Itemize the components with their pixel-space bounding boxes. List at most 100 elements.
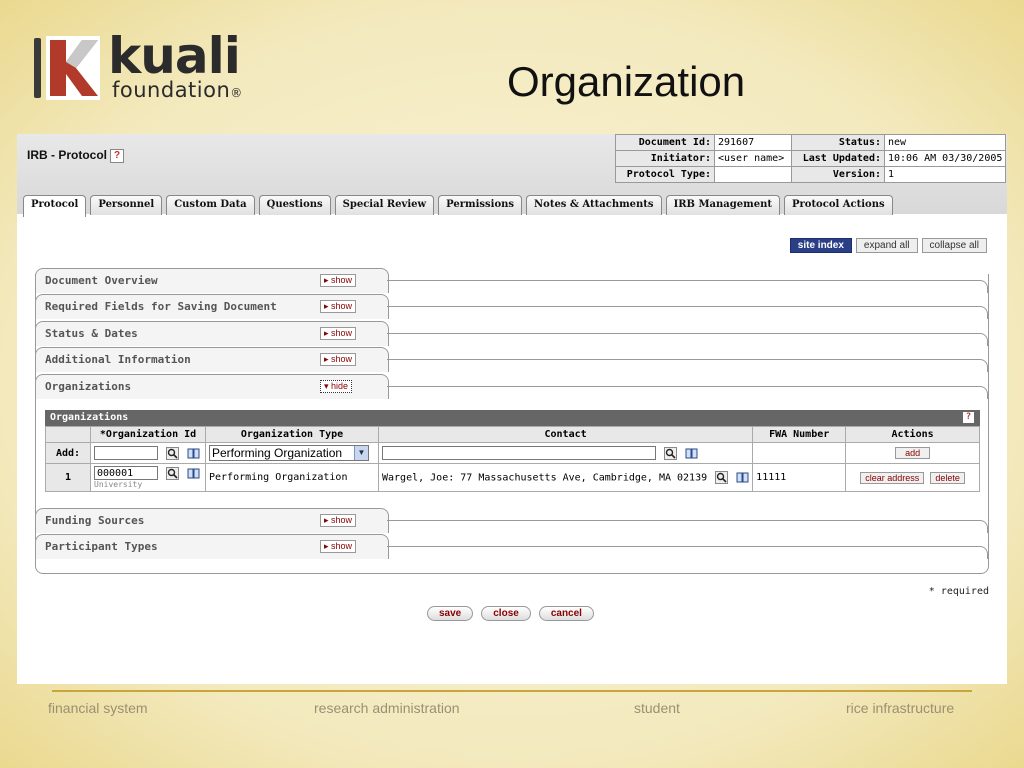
logo-k-mark bbox=[46, 36, 100, 100]
add-org-type-cell: Performing Organization ▼ bbox=[205, 442, 379, 464]
organizations-table-title: Organizations bbox=[50, 412, 129, 423]
document-header: IRB - Protocol? Document Id: 291607 Stat… bbox=[17, 134, 1007, 217]
toolbar: site index expand all collapse all bbox=[789, 238, 987, 253]
doc-id-value: 291607 bbox=[714, 134, 792, 151]
close-button[interactable]: close bbox=[481, 606, 531, 621]
book-icon[interactable] bbox=[685, 447, 698, 460]
section-label: Document Overview bbox=[45, 274, 158, 287]
status-label: Status: bbox=[791, 134, 885, 151]
section-label: Status & Dates bbox=[45, 327, 138, 340]
section-label: Participant Types bbox=[45, 540, 158, 553]
column-header-fwa-number: FWA Number bbox=[752, 426, 847, 443]
save-button[interactable]: save bbox=[427, 606, 474, 621]
toggle-label: show bbox=[331, 328, 353, 338]
toggle-label: show bbox=[331, 301, 353, 311]
question-icon[interactable]: ? bbox=[110, 148, 124, 163]
book-icon[interactable] bbox=[187, 467, 200, 480]
add-actions-cell: add bbox=[845, 442, 980, 464]
tab-bar: Protocol Personnel Custom Data Questions… bbox=[23, 195, 897, 217]
section-rule bbox=[387, 386, 988, 399]
section-organizations: Organizations ▾ hide bbox=[35, 374, 988, 400]
toggle-label: show bbox=[331, 541, 353, 551]
section-label: Additional Information bbox=[45, 353, 191, 366]
logo-wordmark: kuali bbox=[108, 27, 241, 85]
app-screenshot: IRB - Protocol? Document Id: 291607 Stat… bbox=[17, 134, 1007, 684]
site-index-button[interactable]: site index bbox=[789, 238, 852, 253]
logo-subtitle: foundation® bbox=[112, 78, 243, 102]
delete-button[interactable]: delete bbox=[930, 471, 965, 484]
contact-cell: Wargel, Joe: 77 Massachusetts Ave, Cambr… bbox=[377, 463, 754, 492]
toggle-show-button[interactable]: ▸ show bbox=[320, 353, 357, 366]
org-type-selected: Performing Organization bbox=[212, 446, 343, 460]
column-header-org-type: Organization Type bbox=[205, 426, 379, 443]
section-label: Organizations bbox=[45, 380, 132, 393]
document-title-text: IRB - Protocol bbox=[27, 148, 107, 162]
collapse-all-button[interactable]: collapse all bbox=[921, 238, 987, 253]
tab-protocol[interactable]: Protocol bbox=[23, 195, 87, 217]
lookup-icon[interactable] bbox=[166, 466, 180, 480]
org-type-select[interactable]: Performing Organization ▼ bbox=[209, 445, 369, 461]
toggle-show-button[interactable]: ▸ show bbox=[320, 274, 357, 287]
section-additional-information: Additional Information ▸ show bbox=[35, 347, 988, 373]
section-required-fields: Required Fields for Saving Document ▸ sh… bbox=[35, 294, 988, 320]
form-actions: save close cancel bbox=[427, 606, 594, 621]
org-id-input[interactable] bbox=[94, 446, 158, 460]
fwa-number-cell: 11111 bbox=[752, 463, 847, 492]
book-icon[interactable] bbox=[736, 471, 749, 484]
last-updated-value: 10:06 AM 03/30/2005 bbox=[883, 150, 1007, 167]
version-value: 1 bbox=[883, 166, 1007, 183]
toggle-show-button[interactable]: ▸ show bbox=[320, 300, 357, 313]
status-value: new bbox=[883, 134, 1007, 151]
tab-permissions[interactable]: Permissions bbox=[438, 195, 523, 215]
cancel-button[interactable]: cancel bbox=[538, 606, 594, 621]
logo-subtitle-text: foundation bbox=[112, 78, 231, 102]
section-document-overview: Document Overview ▸ show bbox=[35, 268, 988, 294]
lookup-icon[interactable] bbox=[664, 446, 678, 460]
initiator-label: Initiator: bbox=[615, 150, 715, 167]
org-type-cell: Performing Organization bbox=[205, 463, 379, 492]
toggle-show-button[interactable]: ▸ show bbox=[320, 540, 357, 553]
organizations-table: *Organization Id Organization Type Conta… bbox=[45, 426, 980, 492]
column-header-blank bbox=[45, 426, 91, 443]
toggle-show-button[interactable]: ▸ show bbox=[320, 514, 357, 527]
tab-notes-attachments[interactable]: Notes & Attachments bbox=[526, 195, 662, 215]
lookup-icon[interactable] bbox=[715, 471, 729, 484]
help-icon[interactable]: ? bbox=[963, 412, 974, 423]
footer-item-research-administration: research administration bbox=[314, 700, 460, 716]
toggle-show-button[interactable]: ▸ show bbox=[320, 327, 357, 340]
clear-address-button[interactable]: clear address bbox=[860, 471, 925, 484]
expand-all-button[interactable]: expand all bbox=[855, 238, 918, 253]
section-rule bbox=[387, 546, 988, 559]
org-id-field[interactable]: 000001 bbox=[94, 466, 158, 480]
section-rule bbox=[387, 520, 988, 533]
contact-input[interactable] bbox=[382, 446, 656, 460]
tab-custom-data[interactable]: Custom Data bbox=[166, 195, 255, 215]
contact-text: Wargel, Joe: 77 Massachusetts Ave, Cambr… bbox=[382, 472, 708, 484]
tab-personnel[interactable]: Personnel bbox=[90, 195, 163, 215]
add-fwa-cell bbox=[752, 442, 847, 464]
tab-questions[interactable]: Questions bbox=[258, 195, 331, 215]
toggle-hide-button[interactable]: ▾ hide bbox=[320, 380, 353, 393]
footer-item-financial-system: financial system bbox=[48, 700, 148, 716]
org-id-cell: 000001 University bbox=[90, 463, 206, 492]
book-icon[interactable] bbox=[187, 447, 200, 460]
chevron-down-icon: ▼ bbox=[354, 446, 368, 460]
required-note: * required bbox=[928, 586, 989, 597]
protocol-type-value bbox=[714, 166, 792, 183]
tab-protocol-actions[interactable]: Protocol Actions bbox=[783, 195, 893, 215]
lookup-icon[interactable] bbox=[166, 446, 180, 460]
org-name-hint: University bbox=[94, 480, 143, 489]
slide-footer: financial system research administration… bbox=[48, 700, 972, 720]
tab-irb-management[interactable]: IRB Management bbox=[665, 195, 780, 215]
add-button[interactable]: add bbox=[895, 447, 931, 459]
kuali-logo: kuali foundation® bbox=[34, 28, 294, 104]
last-updated-label: Last Updated: bbox=[791, 150, 885, 167]
table-row: 1 000001 University Performing Organizat… bbox=[45, 463, 980, 492]
protocol-type-label: Protocol Type: bbox=[615, 166, 715, 183]
toggle-label: show bbox=[331, 515, 353, 525]
row-number: 1 bbox=[45, 463, 91, 492]
add-row: Add: Performing Organization ▼ add bbox=[45, 442, 980, 464]
tab-special-review[interactable]: Special Review bbox=[334, 195, 435, 215]
document-title: IRB - Protocol? bbox=[27, 148, 124, 163]
column-header-org-id: *Organization Id bbox=[90, 426, 206, 443]
